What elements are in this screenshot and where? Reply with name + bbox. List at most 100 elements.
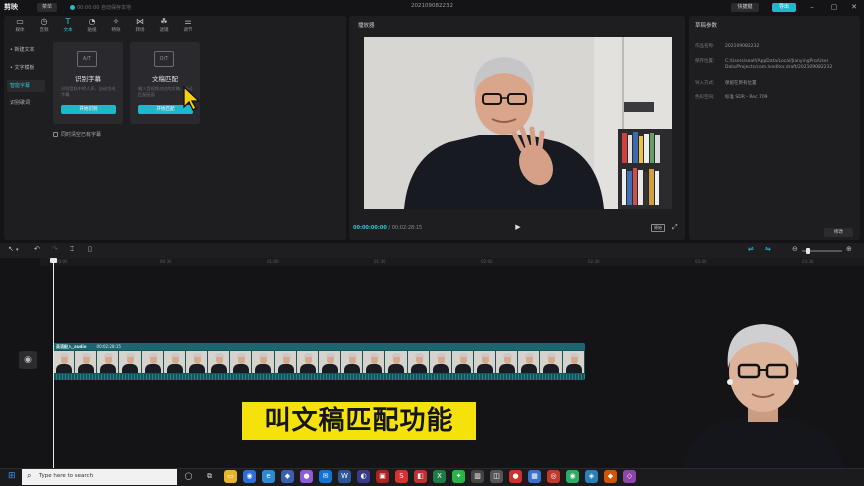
edge-icon[interactable]: e (262, 470, 275, 483)
start-recognize-button[interactable]: 开始识别 (61, 105, 116, 114)
ruler-tick: 01:30 (374, 259, 386, 264)
sidebar-item-smart-caption[interactable]: 智能字幕 (7, 80, 45, 92)
zoom-out-icon[interactable]: ⊖ (792, 245, 798, 253)
sidebar-item-new-text[interactable]: • 新建文本 (7, 44, 45, 56)
tool-sticker[interactable]: ◔ 贴纸 (81, 16, 103, 36)
card-recognize-caption: A/T 识别字幕 识别音轨中的人声，自动生成字幕 开始识别 (53, 42, 123, 124)
app-icon[interactable]: ▥ (471, 470, 484, 483)
app-icon[interactable]: ◈ (585, 470, 598, 483)
adjust-icon: ⚌ (184, 17, 192, 26)
clear-existing-checkbox[interactable]: 同时清空已有字幕 (53, 131, 101, 138)
subtitle-caption: 叫文稿匹配功能 (242, 402, 476, 440)
play-button[interactable]: ▶ (513, 223, 523, 233)
category-toolbar: ▭ 媒体 ◷ 音频 T 文本 ◔ 贴纸 ✧ 特效 ⋈ 转场 ☘ 滤镜 ⚌ 调节 (6, 16, 206, 36)
shortcut-button[interactable]: 快捷键 (731, 3, 759, 12)
app-icon[interactable]: ◆ (281, 470, 294, 483)
app-icon[interactable]: ◇ (623, 470, 636, 483)
sidebar-item-text-template[interactable]: • 文字模板 (7, 62, 45, 74)
app-icon[interactable]: ◫ (490, 470, 503, 483)
delete-icon[interactable]: ▯ (88, 245, 92, 253)
playhead[interactable] (53, 258, 54, 468)
tool-text[interactable]: T 文本 (57, 16, 79, 36)
presenter-camera (662, 310, 864, 470)
windows-start-icon[interactable]: ⊞ (8, 471, 16, 481)
tool-effects[interactable]: ✧ 特效 (105, 16, 127, 36)
chrome-icon[interactable]: ◉ (243, 470, 256, 483)
ruler-tick: 00:00 (56, 259, 68, 264)
zoom-in-icon[interactable]: ⊕ (846, 245, 852, 253)
caption-icon: A/T (77, 51, 97, 67)
taskbar-search[interactable]: ⌕ Type here to search (22, 469, 177, 485)
clip-thumbnail (296, 351, 319, 373)
app-icon[interactable]: S (395, 470, 408, 483)
redo-icon[interactable]: ↷ (52, 245, 58, 253)
webcam-overlay (662, 310, 864, 470)
ruler-tick: 03:00 (695, 259, 707, 264)
clip-thumbnail (496, 351, 519, 373)
clip-thumbnail (407, 351, 430, 373)
clip-thumbnail (53, 351, 76, 373)
sidebar-item-lyrics[interactable]: 识别歌词 (7, 97, 45, 109)
maximize-icon[interactable]: ▢ (826, 2, 842, 12)
ratio-button[interactable]: 原始 (651, 224, 665, 232)
minimize-icon[interactable]: – (804, 2, 820, 12)
video-preview[interactable] (364, 37, 672, 209)
player-timecode: 00:00:00:00 / 00:02:28:15 (353, 225, 423, 231)
modify-button[interactable]: 修改 (824, 228, 853, 237)
app-icon[interactable]: ◎ (547, 470, 560, 483)
clip-thumbnail (230, 351, 253, 373)
cortana-icon[interactable]: ◯ (182, 470, 195, 483)
clip-header: 英语配入_audio 00:02:28:15 (53, 343, 585, 350)
clip-thumbnail (341, 351, 364, 373)
clip-thumbnail (252, 351, 275, 373)
app-icon[interactable]: ◉ (566, 470, 579, 483)
app-icon[interactable]: ● (300, 470, 313, 483)
app-icon[interactable]: ◧ (414, 470, 427, 483)
draft-title: 草稿参数 (695, 23, 718, 29)
select-tool-icon[interactable]: ↖ (8, 245, 14, 253)
sticker-icon: ◔ (88, 17, 96, 26)
tool-filter[interactable]: ☘ 滤镜 (153, 16, 175, 36)
card-desc: 识别音轨中的人声，自动生成字幕 (61, 86, 116, 97)
app-icon[interactable]: ▦ (528, 470, 541, 483)
clip-thumbnail (562, 351, 585, 373)
tool-transition[interactable]: ⋈ 转场 (129, 16, 151, 36)
outlook-icon[interactable]: ✉ (319, 470, 332, 483)
clip-thumbnail (540, 351, 563, 373)
excel-icon[interactable]: X (433, 470, 446, 483)
undo-icon[interactable]: ↶ (34, 245, 40, 253)
chevron-down-icon[interactable]: ▾ (16, 247, 19, 253)
file-explorer-icon[interactable]: ▭ (224, 470, 237, 483)
app-icon[interactable]: ◆ (604, 470, 617, 483)
link-icon[interactable]: ⇋ (765, 245, 771, 253)
fullscreen-icon[interactable]: ⤢ (672, 223, 678, 232)
clip-thumbnails (53, 351, 585, 373)
ruler-tick: 01:00 (267, 259, 279, 264)
script-icon: O/T (154, 51, 174, 67)
tool-adjust[interactable]: ⚌ 调节 (177, 16, 199, 36)
app-icon[interactable]: ● (509, 470, 522, 483)
app-icon[interactable]: ◐ (357, 470, 370, 483)
ruler-tick: 02:30 (588, 259, 600, 264)
close-icon[interactable]: ✕ (846, 2, 862, 12)
magnet-icon[interactable]: ⇌ (748, 245, 754, 253)
export-button[interactable]: 导出 (772, 3, 796, 12)
word-icon[interactable]: W (338, 470, 351, 483)
clip-thumbnail (185, 351, 209, 373)
app-logo: 剪映 (4, 3, 18, 11)
project-title: 202109082232 (411, 3, 453, 9)
task-view-icon[interactable]: ⧉ (203, 470, 216, 483)
track-cover-button[interactable]: ◉ (19, 351, 37, 369)
app-icon[interactable]: ▣ (376, 470, 389, 483)
clip-thumbnail (363, 351, 386, 373)
split-icon[interactable]: ⌶ (70, 245, 74, 254)
wechat-icon[interactable]: ✦ (452, 470, 465, 483)
transition-icon: ⋈ (136, 17, 144, 26)
zoom-slider-handle[interactable] (806, 248, 810, 254)
playhead-handle[interactable] (50, 258, 57, 263)
menu-button[interactable]: 菜单 (37, 3, 57, 12)
clip-thumbnail (385, 351, 408, 373)
tool-audio[interactable]: ◷ 音频 (33, 16, 55, 36)
tool-media[interactable]: ▭ 媒体 (9, 16, 31, 36)
video-clip[interactable]: 英语配入_audio 00:02:28:15 (53, 343, 585, 380)
